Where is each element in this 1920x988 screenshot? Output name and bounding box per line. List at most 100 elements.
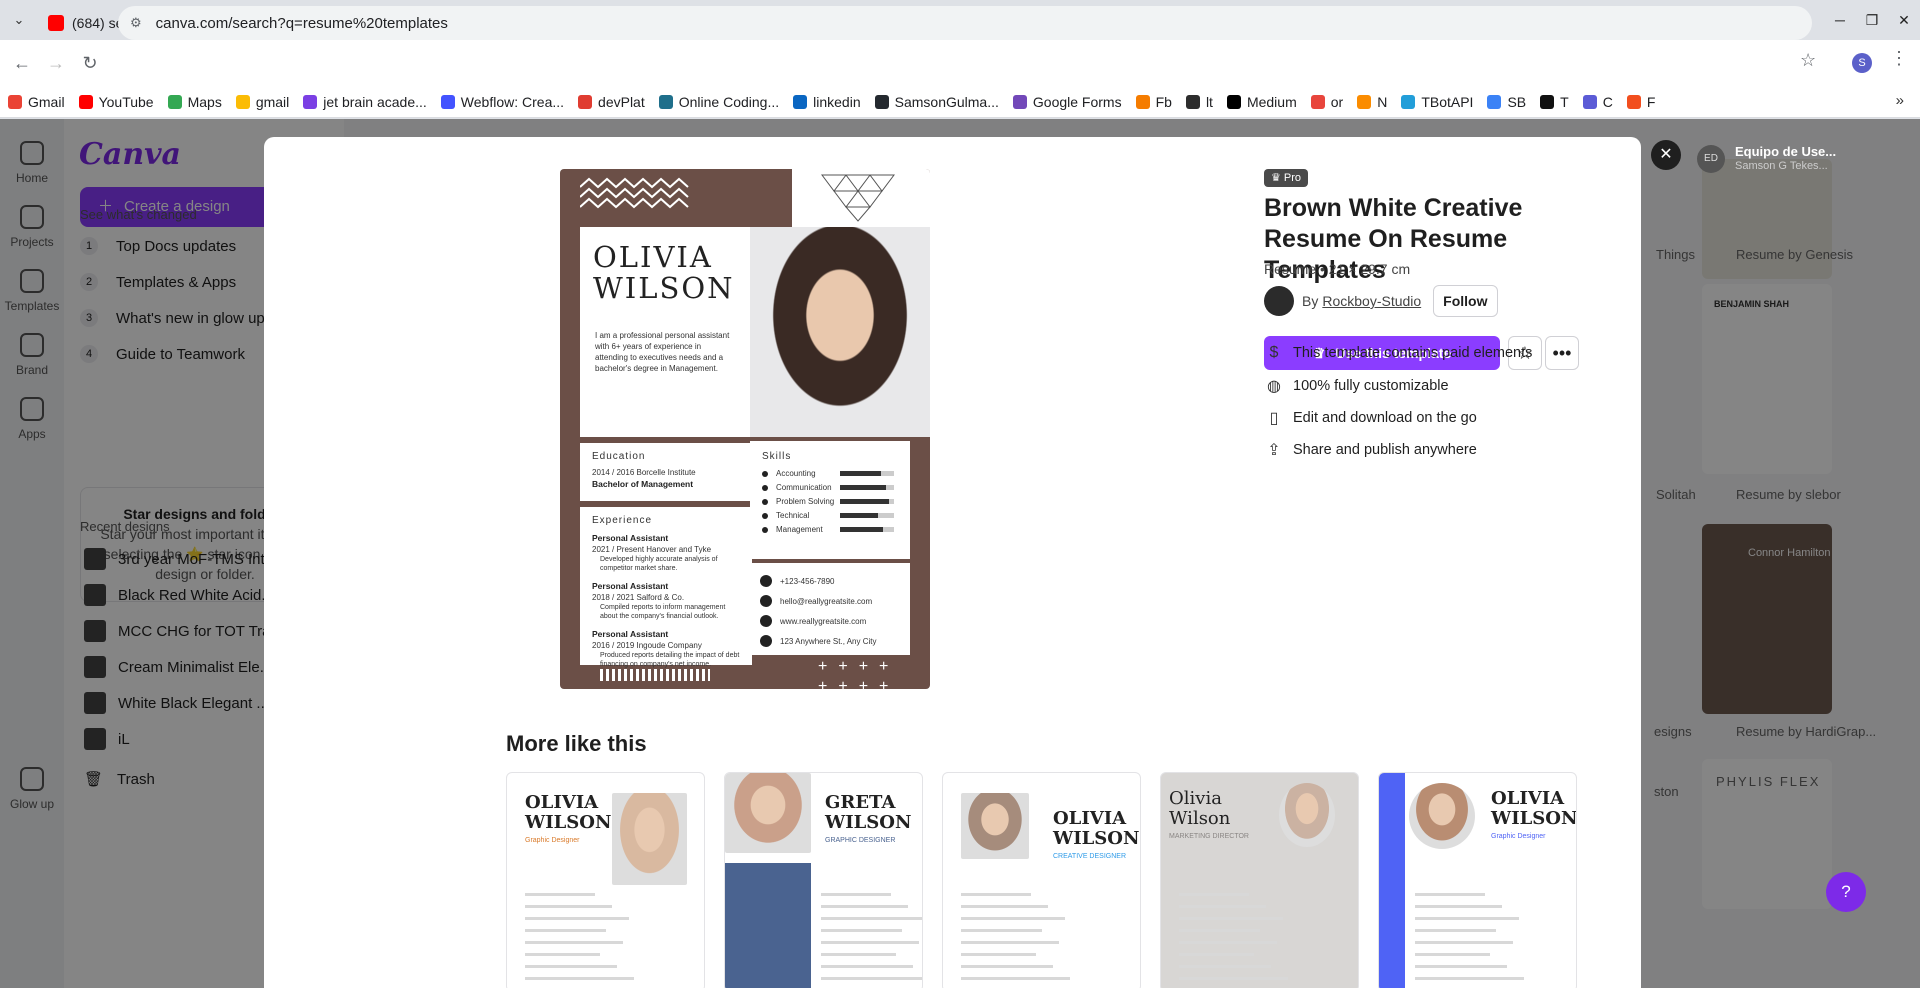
maximize-button[interactable]: ❐	[1856, 0, 1888, 40]
skill-label: Communication	[776, 483, 832, 492]
bookmark-item[interactable]: N	[1357, 94, 1387, 110]
close-modal-button[interactable]: ✕	[1651, 140, 1681, 170]
card-text-line	[525, 965, 617, 968]
bookmark-item[interactable]: TBotAPI	[1401, 94, 1473, 110]
bookmark-icon	[1540, 94, 1555, 109]
job-role: Personal Assistant	[592, 629, 669, 639]
template-preview[interactable]: OLIVIA WILSON I am a professional person…	[560, 169, 930, 689]
contact-row: 123 Anywhere St., Any City	[760, 635, 877, 647]
card-photo	[1279, 783, 1335, 847]
bookmarks-bar: Gmail YouTube Maps gmail jet brain acade... W…	[0, 86, 1920, 118]
bookmark-icon	[8, 94, 22, 109]
bookmark-item[interactable]: Fb	[1135, 94, 1172, 110]
bookmark-icon	[1012, 94, 1027, 109]
similar-template-card[interactable]: OLIVIA WILSON Graphic Designer	[506, 772, 705, 988]
similar-template-card[interactable]: OLIVIA WILSON Graphic Designer	[1378, 772, 1577, 988]
skill-bullet	[762, 498, 768, 505]
bookmark-item[interactable]: Gmail	[8, 94, 65, 110]
bookmark-label: C	[1602, 93, 1613, 110]
bookmark-item[interactable]: YouTube	[78, 94, 154, 110]
feature-item: ⇪ Share and publish anywhere	[1264, 440, 1477, 460]
similar-template-card[interactable]: Olivia Wilson MARKETING DIRECTOR	[1160, 772, 1359, 988]
skill-bullet	[762, 484, 768, 491]
card-text-line	[821, 905, 908, 908]
bookmark-icon	[658, 94, 673, 109]
bookmark-icon	[1401, 94, 1416, 109]
minimize-button[interactable]: ─	[1824, 0, 1856, 40]
skill-bullet	[762, 470, 768, 477]
feature-item: ▯ Edit and download on the go	[1264, 408, 1477, 428]
education-degree: Bachelor of Management	[592, 479, 694, 489]
experience-heading: Experience	[592, 515, 653, 526]
card-text-line	[525, 905, 612, 908]
forward-button[interactable]: →	[44, 53, 68, 74]
team-switcher[interactable]: ED Equipo de Use... Samson G Tekes...	[1697, 139, 1857, 179]
back-button[interactable]: ←	[10, 53, 34, 74]
card-text-line	[1179, 893, 1249, 896]
skills-panel: Skills Accounting Communication Problem So…	[750, 441, 910, 559]
help-button[interactable]: ?	[1826, 872, 1866, 912]
bookmark-item[interactable]: Maps	[167, 94, 222, 110]
card-name-first: OLIVIA	[525, 792, 599, 813]
bookmark-label: Gmail	[28, 93, 65, 110]
bookmarks-overflow-icon[interactable]: »	[1896, 92, 1904, 109]
bookmark-item[interactable]: Google Forms	[1012, 94, 1122, 110]
team-avatar: ED	[1697, 145, 1725, 173]
bookmark-item[interactable]: F	[1626, 94, 1655, 110]
profile-avatar[interactable]: S	[1852, 53, 1872, 73]
phone-icon	[760, 575, 772, 587]
bookmark-label: gmail	[255, 93, 290, 110]
bookmark-item[interactable]: linkedin	[793, 94, 861, 110]
site-info-icon[interactable]: ⚙	[130, 15, 142, 31]
bookmark-item[interactable]: gmail	[235, 93, 290, 110]
card-subtitle: GRAPHIC DESIGNER	[825, 837, 896, 844]
job-desc: Developed highly accurate analysis of co…	[600, 556, 718, 572]
similar-template-card[interactable]: GRETA WILSON GRAPHIC DESIGNER	[724, 772, 923, 988]
bookmark-icon	[440, 94, 455, 109]
more-options-button[interactable]: •••	[1545, 336, 1579, 370]
triangle-pattern	[821, 174, 895, 222]
card-text-line	[525, 893, 595, 896]
bookmark-label: T	[1560, 93, 1569, 110]
bookmark-item[interactable]: SamsonGulma...	[874, 94, 999, 110]
card-name-last: WILSON	[825, 812, 912, 833]
skill-label: Accounting	[776, 469, 816, 478]
bookmark-item[interactable]: T	[1540, 94, 1569, 110]
bookmark-item[interactable]: Medium	[1226, 94, 1297, 110]
skills-list: Accounting Communication Problem Solving Te…	[762, 469, 894, 539]
browser-menu-icon[interactable]: ⋮	[1890, 48, 1908, 69]
skill-bar-fill	[840, 499, 889, 504]
bookmark-item[interactable]: C	[1582, 93, 1613, 110]
author-avatar[interactable]	[1264, 286, 1294, 316]
skill-row: Accounting	[762, 469, 894, 478]
close-window-button[interactable]: ✕	[1888, 0, 1920, 40]
bookmark-item[interactable]: jet brain acade...	[303, 94, 427, 110]
follow-button[interactable]: Follow	[1433, 285, 1498, 317]
bookmark-item[interactable]: Webflow: Crea...	[440, 94, 564, 110]
skill-label: Management	[776, 525, 823, 534]
card-text-line	[1415, 965, 1507, 968]
job-when: 2018 / 2021 Salford & Co.	[592, 593, 685, 602]
card-name-last: Wilson	[1169, 808, 1231, 829]
contact-row: hello@reallygreatsite.com	[760, 595, 877, 607]
bookmark-item[interactable]: lt	[1185, 94, 1213, 110]
card-text-line	[961, 893, 1031, 896]
skill-row: Technical	[762, 511, 894, 520]
skill-bullet	[762, 526, 768, 533]
contact-text: +123-456-7890	[780, 576, 835, 586]
bookmark-star-icon[interactable]: ☆	[1800, 50, 1816, 71]
tab-search-button[interactable]: ⌄	[0, 0, 38, 40]
bookmark-item[interactable]: devPlat	[578, 94, 645, 110]
similar-template-card[interactable]: OLIVIA WILSON CREATIVE DESIGNER	[942, 772, 1141, 988]
bookmark-item[interactable]: Online Coding...	[658, 94, 779, 110]
contact-row: www.reallygreatsite.com	[760, 615, 877, 627]
reload-button[interactable]: ↻	[78, 53, 102, 74]
bookmark-item[interactable]: SB	[1487, 94, 1526, 110]
bookmark-item[interactable]: or	[1310, 94, 1343, 110]
card-photo	[725, 773, 811, 853]
author-link[interactable]: Rockboy-Studio	[1322, 293, 1421, 309]
address-bar[interactable]: ⚙ canva.com/search?q=resume%20templates	[118, 6, 1812, 40]
card-text-line	[821, 953, 896, 956]
bookmark-icon	[1135, 94, 1150, 109]
contact-panel: +123-456-7890 hello@reallygreatsite.com ww…	[750, 563, 910, 655]
